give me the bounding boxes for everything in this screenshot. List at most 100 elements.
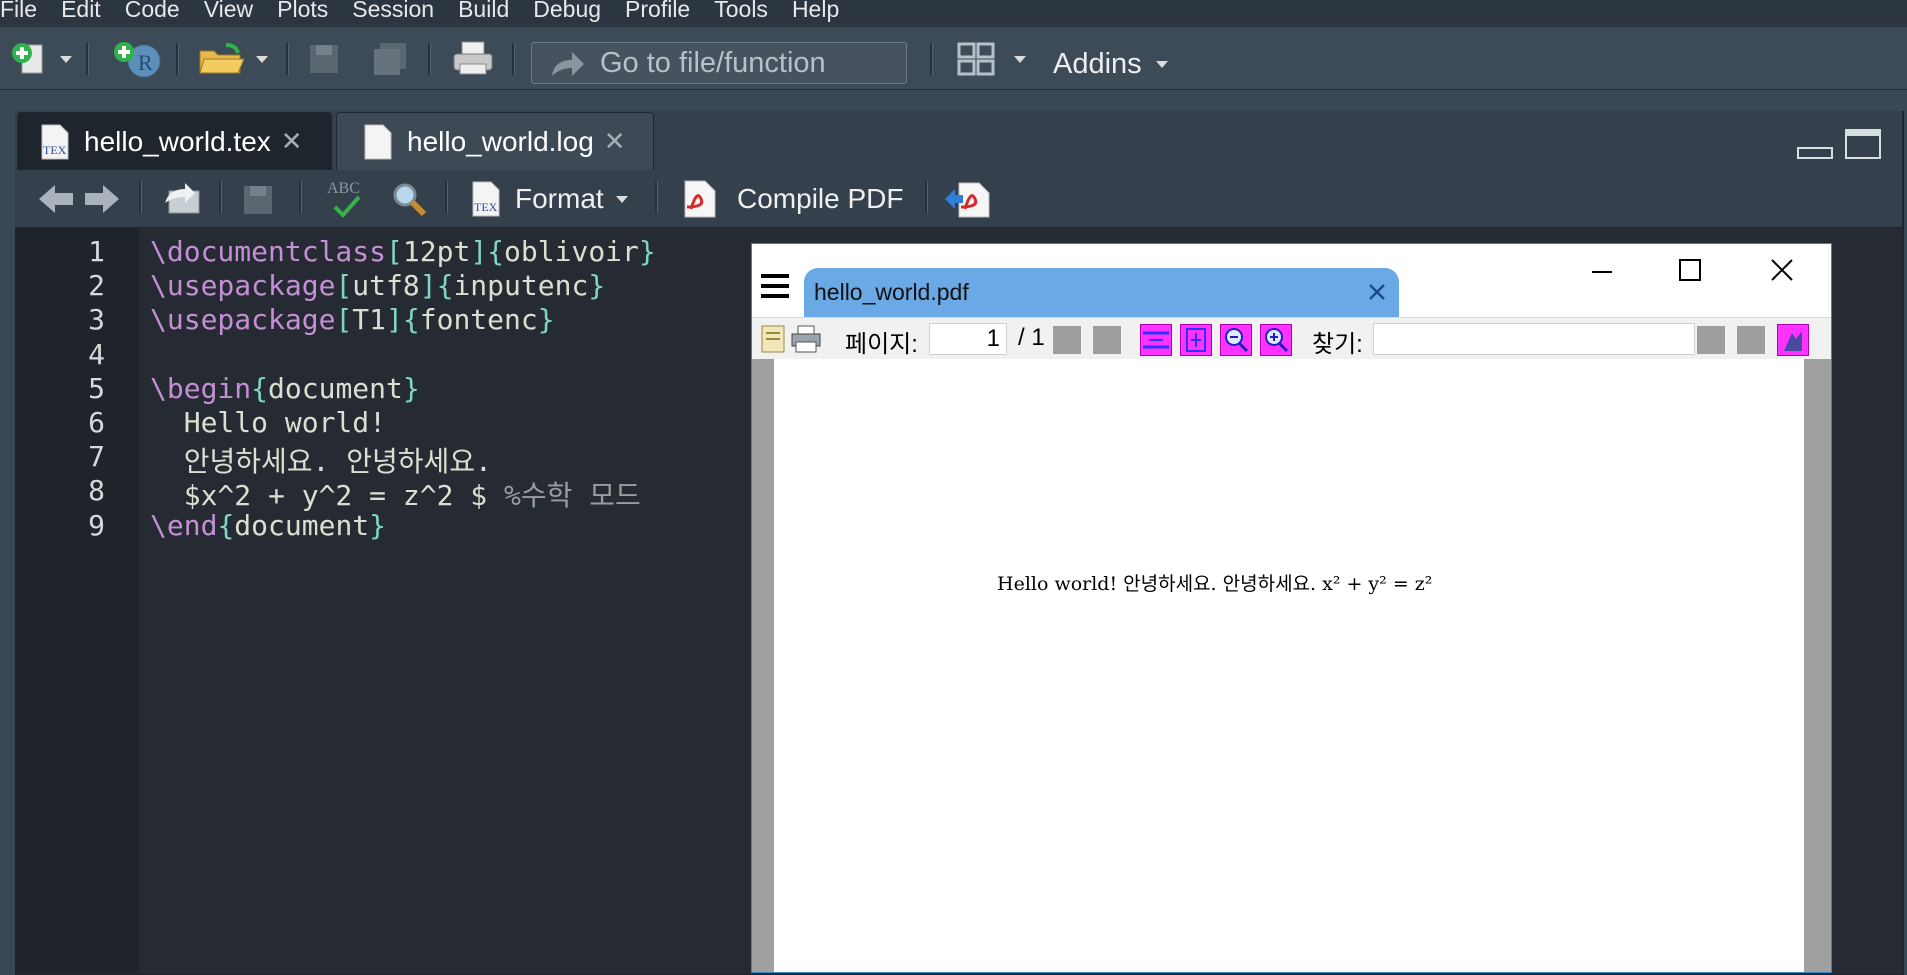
- compile-pdf-label: Compile PDF: [737, 183, 904, 214]
- main-toolbar: R: [0, 29, 1907, 90]
- tab-hello-world-tex[interactable]: TEX hello_world.tex ✕: [17, 112, 332, 170]
- maximize-pane-icon[interactable]: [1844, 128, 1882, 162]
- new-file-button[interactable]: [8, 37, 72, 81]
- chevron-down-icon: [1014, 55, 1026, 63]
- code-token: }: [369, 508, 387, 542]
- minimize-window-icon[interactable]: [1590, 260, 1614, 284]
- show-in-new-window-icon[interactable]: [161, 181, 203, 217]
- find-input[interactable]: [1373, 323, 1695, 355]
- code-token: {: [436, 269, 454, 303]
- fit-width-button[interactable]: [1140, 324, 1172, 356]
- open-file-button[interactable]: [196, 37, 268, 81]
- code-line[interactable]: \begin{document}: [150, 372, 420, 405]
- about-button[interactable]: [1777, 324, 1809, 356]
- code-token: utf8: [352, 269, 420, 303]
- previous-page-button[interactable]: [1053, 326, 1081, 354]
- menu-help[interactable]: Help: [780, 0, 851, 20]
- tex-file-icon: TEX: [41, 124, 69, 159]
- page-total: / 1: [1018, 324, 1045, 351]
- new-project-button[interactable]: R: [110, 37, 166, 81]
- workspace-panes-button[interactable]: [956, 37, 1026, 81]
- format-label: Format: [515, 183, 604, 214]
- compile-pdf-button[interactable]: Compile PDF: [679, 177, 903, 221]
- pdf-toolbar: 페이지: 1 / 1 찾기:: [752, 317, 1831, 361]
- menu-plots[interactable]: Plots: [265, 0, 340, 20]
- next-page-button[interactable]: [1093, 326, 1121, 354]
- page-number-input[interactable]: 1: [929, 323, 1007, 355]
- fit-page-button[interactable]: [1180, 324, 1212, 356]
- code-token: \begin: [150, 371, 252, 405]
- printer-icon[interactable]: [790, 324, 822, 354]
- menu-file[interactable]: File: [0, 0, 49, 20]
- tab-hello-world-log[interactable]: hello_world.log ✕: [336, 112, 654, 170]
- chevron-down-icon: [256, 55, 268, 63]
- code-token: \usepackage: [150, 303, 336, 337]
- save-icon[interactable]: [241, 183, 275, 217]
- close-icon[interactable]: [1367, 282, 1387, 302]
- code-token: document: [234, 508, 370, 542]
- tex-file-icon: TEX: [472, 181, 500, 217]
- addins-label: Addins: [1053, 48, 1142, 80]
- save-all-button[interactable]: [370, 37, 410, 81]
- code-token: }: [402, 371, 420, 405]
- line-number: 9: [88, 508, 105, 542]
- code-token: fontenc: [419, 303, 538, 337]
- menu-debug[interactable]: Debug: [521, 0, 613, 20]
- maximize-window-icon[interactable]: [1678, 258, 1702, 282]
- pdf-document-tab[interactable]: hello_world.pdf: [804, 268, 1399, 317]
- go-to-file-input[interactable]: Go to file/function: [531, 42, 907, 84]
- pdf-canvas[interactable]: Hello world! 안녕하세요. 안녕하세요. x² + y² = z²: [752, 359, 1831, 972]
- svg-text:ABC: ABC: [327, 180, 360, 197]
- code-token: }: [638, 235, 656, 268]
- line-number: 6: [88, 406, 105, 439]
- menu-tools[interactable]: Tools: [702, 0, 780, 20]
- pdf-title-bar: hello_world.pdf: [752, 244, 1831, 317]
- menu-edit[interactable]: Edit: [49, 0, 113, 20]
- close-icon[interactable]: ✕: [604, 126, 626, 157]
- pdf-icon: [684, 180, 716, 218]
- chevron-down-icon: [1155, 61, 1168, 68]
- spell-check-icon[interactable]: ABC: [325, 175, 373, 221]
- folder-open-icon: [199, 43, 245, 74]
- menu-session[interactable]: Session: [340, 0, 446, 20]
- menu-profile[interactable]: Profile: [613, 0, 702, 20]
- close-window-icon[interactable]: [1770, 258, 1794, 282]
- code-token: Hello world!: [150, 406, 387, 439]
- code-line[interactable]: \end{document}: [150, 509, 386, 542]
- print-button[interactable]: [452, 37, 494, 81]
- line-number: 8: [88, 474, 105, 508]
- pdf-viewer-window: hello_world.pdf 페이지: 1 / 1 찾기: Hello wor…: [751, 243, 1832, 973]
- code-token: \usepackage: [150, 269, 336, 303]
- code-token: ]: [470, 235, 488, 268]
- code-line[interactable]: \usepackage[utf8]{inputenc}: [150, 269, 605, 302]
- addins-menu[interactable]: Addins: [1053, 48, 1168, 81]
- menu-code[interactable]: Code: [113, 0, 192, 20]
- menu-view[interactable]: View: [192, 0, 265, 20]
- code-line[interactable]: \usepackage[T1]{fontenc}: [150, 303, 555, 336]
- svg-text:TEX: TEX: [474, 200, 498, 214]
- find-next-button[interactable]: [1737, 326, 1765, 354]
- code-token: \end: [150, 508, 218, 542]
- code-token: {: [251, 371, 269, 405]
- code-token: ]: [419, 269, 437, 303]
- code-line[interactable]: Hello world!: [150, 406, 386, 439]
- search-icon[interactable]: [391, 181, 429, 219]
- sync-pdf-icon[interactable]: [943, 179, 991, 219]
- forward-arrow-icon[interactable]: [83, 183, 121, 215]
- minimize-pane-icon[interactable]: [1796, 128, 1834, 162]
- menu-build[interactable]: Build: [446, 0, 521, 20]
- back-arrow-icon[interactable]: [37, 183, 75, 215]
- find-previous-button[interactable]: [1697, 326, 1725, 354]
- format-menu[interactable]: TEX Format: [469, 177, 628, 221]
- zoom-out-button[interactable]: [1220, 324, 1252, 356]
- code-token: [: [386, 235, 403, 268]
- code-line[interactable]: \documentclass[12pt]{oblivoir}: [150, 235, 656, 268]
- r-project-icon: R: [114, 42, 161, 78]
- close-icon[interactable]: ✕: [281, 126, 303, 157]
- fit-page-icon: [1186, 328, 1206, 352]
- save-button[interactable]: [306, 37, 342, 81]
- hamburger-menu-icon[interactable]: [761, 272, 789, 300]
- zoom-in-button[interactable]: [1260, 324, 1292, 356]
- go-to-placeholder: Go to file/function: [600, 46, 826, 79]
- open-document-icon[interactable]: [758, 324, 788, 354]
